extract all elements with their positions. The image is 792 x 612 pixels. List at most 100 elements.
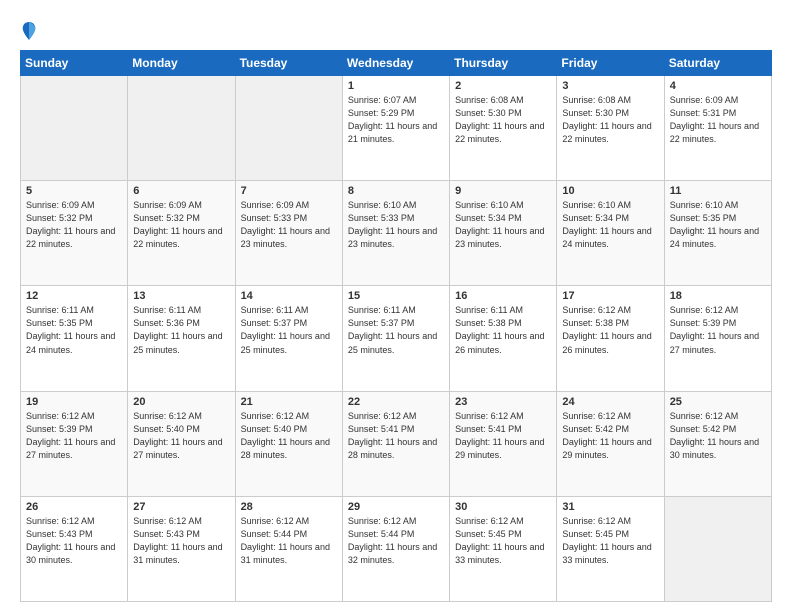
cell-info: Sunrise: 6:12 AMSunset: 5:43 PMDaylight:… bbox=[133, 515, 229, 567]
cell-info: Sunrise: 6:11 AMSunset: 5:38 PMDaylight:… bbox=[455, 304, 551, 356]
cell-info: Sunrise: 6:12 AMSunset: 5:40 PMDaylight:… bbox=[241, 410, 337, 462]
day-number: 6 bbox=[133, 185, 229, 197]
cell-info: Sunrise: 6:12 AMSunset: 5:41 PMDaylight:… bbox=[455, 410, 551, 462]
cell-info: Sunrise: 6:12 AMSunset: 5:39 PMDaylight:… bbox=[26, 410, 122, 462]
day-number: 18 bbox=[670, 290, 766, 302]
calendar-cell: 15 Sunrise: 6:11 AMSunset: 5:37 PMDayligh… bbox=[342, 286, 449, 391]
day-number: 5 bbox=[26, 185, 122, 197]
cell-info: Sunrise: 6:11 AMSunset: 5:37 PMDaylight:… bbox=[241, 304, 337, 356]
calendar-cell: 16Sunrise: 6:11 AMSunset: 5:38 PMDayligh… bbox=[450, 286, 557, 391]
day-number: 17 bbox=[562, 290, 658, 302]
calendar-cell: 21 Sunrise: 6:12 AMSunset: 5:40 PMDayligh… bbox=[235, 391, 342, 496]
cell-info: Sunrise: 6:07 AMSunset: 5:29 PMDaylight:… bbox=[348, 94, 444, 146]
day-header: Tuesday bbox=[235, 51, 342, 76]
cell-info: Sunrise: 6:08 AMSunset: 5:30 PMDaylight:… bbox=[562, 94, 658, 146]
calendar-cell: 4Sunrise: 6:09 AMSunset: 5:31 PMDaylight… bbox=[664, 76, 771, 181]
day-number: 9 bbox=[455, 185, 551, 197]
calendar-cell bbox=[664, 496, 771, 601]
day-number: 30 bbox=[455, 501, 551, 513]
cell-info: Sunrise: 6:12 AMSunset: 5:44 PMDaylight:… bbox=[348, 515, 444, 567]
day-number: 29 bbox=[348, 501, 444, 513]
calendar-cell: 31Sunrise: 6:12 AMSunset: 5:45 PMDayligh… bbox=[557, 496, 664, 601]
calendar-cell: 26 Sunrise: 6:12 AMSunset: 5:43 PMDayligh… bbox=[21, 496, 128, 601]
day-header: Wednesday bbox=[342, 51, 449, 76]
calendar-cell: 5 Sunrise: 6:09 AMSunset: 5:32 PMDaylight… bbox=[21, 181, 128, 286]
day-number: 1 bbox=[348, 80, 444, 92]
day-number: 25 bbox=[670, 396, 766, 408]
day-number: 14 bbox=[241, 290, 337, 302]
cell-info: Sunrise: 6:12 AMSunset: 5:45 PMDaylight:… bbox=[455, 515, 551, 567]
cell-info: Sunrise: 6:12 AMSunset: 5:44 PMDaylight:… bbox=[241, 515, 337, 567]
cell-info: Sunrise: 6:09 AMSunset: 5:32 PMDaylight:… bbox=[133, 199, 229, 251]
logo bbox=[20, 20, 42, 42]
cell-info: Sunrise: 6:11 AMSunset: 5:36 PMDaylight:… bbox=[133, 304, 229, 356]
day-number: 28 bbox=[241, 501, 337, 513]
calendar-cell: 17 Sunrise: 6:12 AMSunset: 5:38 PMDayligh… bbox=[557, 286, 664, 391]
day-number: 11 bbox=[670, 185, 766, 197]
page: SundayMondayTuesdayWednesdayThursdayFrid… bbox=[0, 0, 792, 612]
cell-info: Sunrise: 6:12 AMSunset: 5:41 PMDaylight:… bbox=[348, 410, 444, 462]
cell-info: Sunrise: 6:12 AMSunset: 5:43 PMDaylight:… bbox=[26, 515, 122, 567]
calendar-cell: 1 Sunrise: 6:07 AMSunset: 5:29 PMDaylight… bbox=[342, 76, 449, 181]
cell-info: Sunrise: 6:10 AMSunset: 5:33 PMDaylight:… bbox=[348, 199, 444, 251]
day-header: Friday bbox=[557, 51, 664, 76]
day-number: 10 bbox=[562, 185, 658, 197]
day-number: 12 bbox=[26, 290, 122, 302]
calendar-cell bbox=[235, 76, 342, 181]
day-number: 31 bbox=[562, 501, 658, 513]
day-number: 13 bbox=[133, 290, 229, 302]
calendar-cell: 19 Sunrise: 6:12 AMSunset: 5:39 PMDayligh… bbox=[21, 391, 128, 496]
calendar-cell: 23 Sunrise: 6:12 AMSunset: 5:41 PMDayligh… bbox=[450, 391, 557, 496]
day-number: 15 bbox=[348, 290, 444, 302]
calendar-cell: 25 Sunrise: 6:12 AMSunset: 5:42 PMDayligh… bbox=[664, 391, 771, 496]
day-number: 21 bbox=[241, 396, 337, 408]
cell-info: Sunrise: 6:09 AMSunset: 5:31 PMDaylight:… bbox=[670, 94, 766, 146]
calendar-cell: 13 Sunrise: 6:11 AMSunset: 5:36 PMDayligh… bbox=[128, 286, 235, 391]
calendar-cell: 10 Sunrise: 6:10 AMSunset: 5:34 PMDayligh… bbox=[557, 181, 664, 286]
cell-info: Sunrise: 6:12 AMSunset: 5:40 PMDaylight:… bbox=[133, 410, 229, 462]
cell-info: Sunrise: 6:11 AMSunset: 5:37 PMDaylight:… bbox=[348, 304, 444, 356]
calendar-cell: 9 Sunrise: 6:10 AMSunset: 5:34 PMDaylight… bbox=[450, 181, 557, 286]
calendar-cell bbox=[21, 76, 128, 181]
calendar-cell: 2 Sunrise: 6:08 AMSunset: 5:30 PMDaylight… bbox=[450, 76, 557, 181]
calendar-cell: 3 Sunrise: 6:08 AMSunset: 5:30 PMDaylight… bbox=[557, 76, 664, 181]
calendar-table: SundayMondayTuesdayWednesdayThursdayFrid… bbox=[20, 50, 772, 602]
calendar-cell: 27Sunrise: 6:12 AMSunset: 5:43 PMDayligh… bbox=[128, 496, 235, 601]
cell-info: Sunrise: 6:09 AMSunset: 5:32 PMDaylight:… bbox=[26, 199, 122, 251]
calendar-cell: 24 Sunrise: 6:12 AMSunset: 5:42 PMDayligh… bbox=[557, 391, 664, 496]
cell-info: Sunrise: 6:10 AMSunset: 5:34 PMDaylight:… bbox=[562, 199, 658, 251]
calendar-cell: 11 Sunrise: 6:10 AMSunset: 5:35 PMDayligh… bbox=[664, 181, 771, 286]
cell-info: Sunrise: 6:08 AMSunset: 5:30 PMDaylight:… bbox=[455, 94, 551, 146]
cell-info: Sunrise: 6:10 AMSunset: 5:34 PMDaylight:… bbox=[455, 199, 551, 251]
day-header: Thursday bbox=[450, 51, 557, 76]
day-header: Saturday bbox=[664, 51, 771, 76]
calendar-cell: 6 Sunrise: 6:09 AMSunset: 5:32 PMDaylight… bbox=[128, 181, 235, 286]
cell-info: Sunrise: 6:10 AMSunset: 5:35 PMDaylight:… bbox=[670, 199, 766, 251]
calendar-cell: 14 Sunrise: 6:11 AMSunset: 5:37 PMDayligh… bbox=[235, 286, 342, 391]
calendar-cell: 22 Sunrise: 6:12 AMSunset: 5:41 PMDayligh… bbox=[342, 391, 449, 496]
day-number: 2 bbox=[455, 80, 551, 92]
day-number: 23 bbox=[455, 396, 551, 408]
calendar-cell bbox=[128, 76, 235, 181]
calendar-cell: 29 Sunrise: 6:12 AMSunset: 5:44 PMDayligh… bbox=[342, 496, 449, 601]
calendar-cell: 30 Sunrise: 6:12 AMSunset: 5:45 PMDayligh… bbox=[450, 496, 557, 601]
cell-info: Sunrise: 6:12 AMSunset: 5:42 PMDaylight:… bbox=[562, 410, 658, 462]
header bbox=[20, 16, 772, 42]
cell-info: Sunrise: 6:12 AMSunset: 5:38 PMDaylight:… bbox=[562, 304, 658, 356]
day-header: Monday bbox=[128, 51, 235, 76]
day-number: 22 bbox=[348, 396, 444, 408]
calendar-cell: 12Sunrise: 6:11 AMSunset: 5:35 PMDayligh… bbox=[21, 286, 128, 391]
calendar-cell: 8 Sunrise: 6:10 AMSunset: 5:33 PMDaylight… bbox=[342, 181, 449, 286]
calendar-cell: 18 Sunrise: 6:12 AMSunset: 5:39 PMDayligh… bbox=[664, 286, 771, 391]
calendar-cell: 28 Sunrise: 6:12 AMSunset: 5:44 PMDayligh… bbox=[235, 496, 342, 601]
day-header: Sunday bbox=[21, 51, 128, 76]
day-number: 19 bbox=[26, 396, 122, 408]
cell-info: Sunrise: 6:09 AMSunset: 5:33 PMDaylight:… bbox=[241, 199, 337, 251]
day-number: 8 bbox=[348, 185, 444, 197]
day-number: 26 bbox=[26, 501, 122, 513]
day-number: 3 bbox=[562, 80, 658, 92]
day-number: 24 bbox=[562, 396, 658, 408]
day-number: 7 bbox=[241, 185, 337, 197]
cell-info: Sunrise: 6:12 AMSunset: 5:39 PMDaylight:… bbox=[670, 304, 766, 356]
cell-info: Sunrise: 6:12 AMSunset: 5:42 PMDaylight:… bbox=[670, 410, 766, 462]
